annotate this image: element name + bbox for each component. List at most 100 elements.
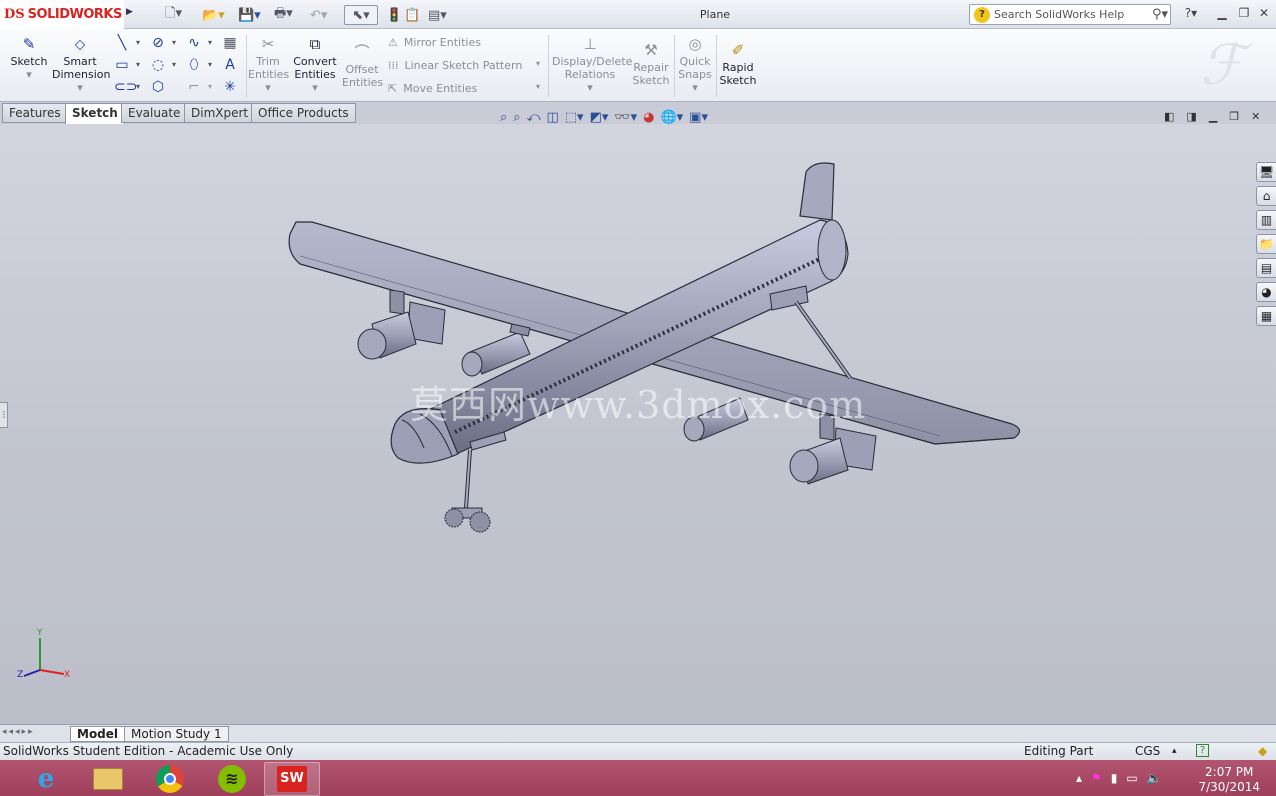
mirror-entities-button[interactable]: ⚠ Mirror Entities — [388, 36, 481, 49]
rectangle-dropdown-icon[interactable]: ▾ — [130, 57, 146, 73]
tab-evaluate[interactable]: Evaluate — [121, 103, 188, 123]
file-properties-icon[interactable]: 📋 — [404, 5, 420, 25]
new-document-icon[interactable]: 🗋▾ — [165, 5, 182, 25]
slot-dropdown-icon[interactable]: ▾ — [130, 79, 146, 95]
arc-dropdown-icon[interactable]: ▾ — [166, 57, 182, 73]
feature-manager-expand-handle[interactable]: ⋮ — [0, 402, 8, 428]
options-icon[interactable]: ▤▾ — [428, 5, 447, 25]
print-icon[interactable]: 🖶▾ — [274, 5, 293, 25]
apply-scene-icon[interactable]: 🌐▾ — [660, 110, 683, 125]
restore-window-icon[interactable]: ❐ — [1236, 6, 1252, 22]
split-view-right-icon[interactable]: ◨ — [1186, 110, 1196, 123]
split-view-icon[interactable]: ◧ — [1164, 110, 1174, 123]
ellipse-tool-icon[interactable]: ⬯ — [186, 57, 202, 73]
internet-explorer-icon[interactable]: e — [18, 762, 74, 796]
tag-icon[interactable]: ◆ — [1258, 743, 1267, 760]
help-menu-icon[interactable]: ?▾ — [1178, 6, 1204, 22]
repair-sketch-button[interactable]: ⚒ Repair Sketch — [630, 41, 672, 87]
slot-tool-icon[interactable]: ⊂⊃ — [114, 79, 137, 95]
fillet-tool-icon[interactable]: ⌐ — [186, 79, 202, 95]
previous-view-icon[interactable]: ⤺ — [527, 110, 541, 125]
view-settings-icon[interactable]: ▣▾ — [689, 110, 708, 125]
offset-entities-button[interactable]: ⌒ Offset Entities — [342, 43, 383, 89]
system-clock[interactable]: 2:07 PM 7/30/2014 — [1198, 765, 1260, 795]
help-status-icon[interactable]: ? — [1196, 744, 1209, 757]
zoom-to-area-icon[interactable]: ⌕ — [513, 110, 520, 125]
solidworks-icon[interactable]: SW — [264, 762, 320, 796]
tab-scroll-arrows-icon[interactable]: ◂◂◂▸▸ — [2, 727, 35, 737]
document-title: Plane — [699, 8, 731, 21]
undo-icon[interactable]: ↶▾ — [310, 5, 327, 25]
move-dropdown-icon[interactable]: ▾ — [536, 82, 540, 91]
units-dropdown-icon[interactable]: ▴ — [1172, 743, 1177, 760]
section-view-icon[interactable]: ◫ — [546, 110, 558, 125]
home-icon[interactable]: ⌂ — [1256, 186, 1276, 206]
tab-model[interactable]: Model — [70, 726, 126, 742]
sketch-button[interactable]: ✎ Sketch ▾ — [8, 35, 50, 81]
spline-tool-icon[interactable]: ∿ — [186, 35, 202, 51]
design-library-icon[interactable]: ▥ — [1256, 210, 1276, 230]
arc-tool-icon[interactable]: ◌ — [150, 57, 166, 73]
file-explorer-tab-icon[interactable]: 📁 — [1256, 234, 1276, 254]
spline-dropdown-icon[interactable]: ▾ — [202, 35, 218, 51]
pattern-dropdown-icon[interactable]: ▾ — [536, 59, 540, 68]
linear-sketch-pattern-button[interactable]: ⁞⁞⁞ Linear Sketch Pattern — [388, 59, 522, 72]
appearances-icon[interactable]: ◕ — [1256, 282, 1276, 302]
construction-geometry-icon[interactable]: ▦ — [222, 35, 238, 51]
solidworks-resources-icon[interactable]: 🖥 — [1256, 162, 1276, 182]
viewport-minimize-icon[interactable]: ▁ — [1209, 110, 1217, 123]
search-help-field[interactable]: ? Search SolidWorks Help ⚲▾ — [969, 4, 1171, 25]
circle-dropdown-icon[interactable]: ▾ — [166, 35, 182, 51]
show-hidden-icons-icon[interactable]: ▴ — [1076, 771, 1082, 785]
menu-expand-arrow-icon[interactable]: ▶ — [126, 7, 134, 21]
view-orientation-icon[interactable]: ⬚▾ — [565, 110, 584, 125]
spotify-icon[interactable]: ≋ — [204, 762, 260, 796]
action-center-flag-icon[interactable]: ⚑ — [1091, 771, 1102, 785]
units-selector[interactable]: CGS — [1135, 743, 1160, 760]
viewport-restore-icon[interactable]: ❐ — [1229, 110, 1239, 123]
display-style-icon[interactable]: ◩▾ — [590, 110, 609, 125]
sketch-label: Sketch — [10, 55, 48, 68]
volume-icon[interactable]: 🔈 — [1147, 771, 1162, 785]
select-pointer-icon[interactable]: ⬉▾ — [344, 5, 378, 25]
tab-features[interactable]: Features — [2, 103, 68, 123]
rapid-sketch-button[interactable]: ✐ Rapid Sketch — [718, 41, 758, 87]
convert-entities-button[interactable]: ⧉ Convert Entities ▾ — [292, 35, 338, 94]
magnifier-icon[interactable]: ⚲▾ — [1152, 7, 1168, 22]
line-tool-icon[interactable]: ╲ — [114, 35, 130, 51]
move-entities-button[interactable]: ⇱ Move Entities — [388, 82, 477, 95]
open-folder-icon[interactable]: 📂▾ — [202, 5, 225, 25]
edit-appearance-icon[interactable]: ◕ — [643, 110, 654, 125]
hide-show-items-icon[interactable]: 👓▾ — [614, 110, 637, 125]
text-tool-icon[interactable]: A — [222, 57, 238, 73]
save-icon[interactable]: 💾▾ — [238, 5, 261, 25]
tab-office-products[interactable]: Office Products — [251, 103, 356, 123]
tab-sketch[interactable]: Sketch — [65, 103, 125, 125]
line-dropdown-icon[interactable]: ▾ — [130, 35, 146, 51]
minimize-window-icon[interactable]: ▁ — [1214, 6, 1230, 22]
zoom-to-fit-icon[interactable]: ⌕ — [500, 110, 507, 125]
smart-dimension-button[interactable]: ⬦ Smart Dimension ▾ — [52, 35, 110, 94]
custom-properties-icon[interactable]: ▦ — [1256, 306, 1276, 326]
rebuild-traffic-light-icon[interactable]: 🚦 — [386, 5, 402, 25]
display-delete-relations-button[interactable]: ⊥ Display/Delete Relations ▾ — [552, 35, 632, 94]
close-window-icon[interactable]: ✕ — [1256, 6, 1272, 22]
fillet-dropdown-icon[interactable]: ▾ — [202, 79, 218, 95]
circle-tool-icon[interactable]: ⊘ — [150, 35, 166, 51]
trim-entities-button[interactable]: ✂ Trim Entities ▾ — [248, 35, 289, 94]
chrome-icon[interactable] — [142, 762, 198, 796]
rectangle-tool-icon[interactable]: ▭ — [114, 57, 130, 73]
polygon-tool-icon[interactable]: ⬡ — [150, 79, 166, 95]
quick-snaps-button[interactable]: ◎ Quick Snaps ▾ — [676, 35, 714, 94]
ellipse-dropdown-icon[interactable]: ▾ — [202, 57, 218, 73]
file-explorer-icon[interactable] — [80, 762, 136, 796]
tab-dimxpert[interactable]: DimXpert — [184, 103, 256, 123]
tab-motion-study[interactable]: Motion Study 1 — [124, 726, 229, 742]
power-icon[interactable]: ▮ — [1111, 771, 1118, 785]
point-tool-icon[interactable]: ✳ — [222, 79, 238, 95]
view-palette-icon[interactable]: ▤ — [1256, 258, 1276, 278]
network-icon[interactable]: ▭ — [1126, 771, 1137, 785]
solidworks-logo[interactable]: DS SOLIDWORKS — [0, 0, 124, 29]
viewport-close-icon[interactable]: ✕ — [1251, 110, 1260, 123]
graphics-area[interactable]: 莫西网www.3dmox.com Y X Z — [0, 124, 1276, 726]
